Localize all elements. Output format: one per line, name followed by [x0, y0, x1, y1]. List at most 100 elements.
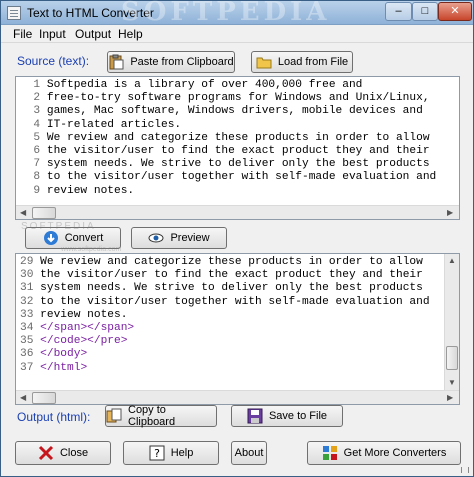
line-number: 9	[20, 184, 47, 197]
scroll-left-icon[interactable]: ◀	[20, 208, 26, 217]
line-text: review notes.	[46, 184, 135, 197]
code-line: 29 We review and categorize these produc…	[20, 256, 430, 269]
copy-to-clipboard-button[interactable]: Copy to Clipboard	[105, 404, 217, 428]
line-number: 35	[20, 335, 41, 348]
code-line: 7 system needs. We strive to deliver onl…	[20, 158, 436, 171]
save-label: Save to File	[268, 410, 328, 422]
source-horizontal-scrollbar[interactable]: ◀ ▶	[16, 205, 459, 219]
close-window-button[interactable]: ✕	[438, 2, 472, 21]
source-label: Source (text):	[17, 54, 90, 68]
softpedia-url-watermark: www.softpedia.com	[61, 246, 122, 253]
scroll-left-icon[interactable]: ◀	[20, 393, 26, 402]
menu-file[interactable]: File	[13, 27, 32, 41]
close-label: Close	[59, 447, 89, 459]
code-line: 4 IT-related articles.	[20, 119, 436, 132]
code-line: 8 to the visitor/user together with self…	[20, 171, 436, 184]
code-line: 2 free-to-try software programs for Wind…	[20, 92, 436, 105]
floppy-disk-icon	[247, 408, 263, 424]
line-number: 2	[20, 92, 47, 105]
scroll-thumb[interactable]	[32, 207, 56, 219]
paste-label: Paste from Clipboard	[130, 56, 234, 68]
menu-help[interactable]: Help	[118, 27, 143, 41]
app-window: Text to HTML Converter SOFTPEDIA – □ ✕ F…	[0, 0, 474, 477]
source-text: 1 Softpedia is a library of over 400,000…	[20, 79, 436, 198]
line-number: 3	[20, 105, 47, 118]
code-line: 33 review notes.	[20, 309, 430, 322]
line-number: 8	[20, 171, 47, 184]
code-line: 1 Softpedia is a library of over 400,000…	[20, 79, 436, 92]
clipboard-icon	[108, 54, 124, 70]
about-label: About	[234, 447, 264, 459]
line-text: system needs. We strive to deliver only …	[46, 158, 430, 171]
line-text: to the visitor/user together with self-m…	[40, 295, 430, 308]
resize-grip-icon[interactable]	[461, 467, 469, 473]
eye-icon	[148, 230, 164, 246]
softpedia-small-watermark: SOFTPEDIA	[21, 221, 96, 232]
code-line: 9 review notes.	[20, 185, 436, 198]
scroll-down-icon[interactable]: ▼	[448, 378, 456, 387]
title-bar[interactable]: Text to HTML Converter SOFTPEDIA – □ ✕	[1, 0, 473, 27]
maximize-button[interactable]: □	[412, 2, 438, 21]
line-number: 7	[20, 158, 47, 171]
line-text: the visitor/user to find the exact produ…	[46, 145, 430, 158]
code-line: 34 </span></span>	[20, 322, 430, 335]
vertical-scroll-thumb[interactable]	[446, 346, 458, 370]
line-text: We review and categorize these products …	[46, 131, 430, 144]
save-to-file-button[interactable]: Save to File	[231, 405, 343, 427]
output-html-area[interactable]: 29 We review and categorize these produc…	[15, 253, 460, 405]
output-text: 29 We review and categorize these produc…	[20, 256, 430, 375]
source-text-area[interactable]: 1 Softpedia is a library of over 400,000…	[15, 76, 460, 220]
line-text: games, Mac software, Windows drivers, mo…	[46, 105, 423, 118]
line-number: 31	[20, 282, 41, 295]
app-icon	[7, 6, 21, 20]
line-text: Softpedia is a library of over 400,000 f…	[46, 79, 363, 91]
code-line: 36 </body>	[20, 348, 430, 361]
load-from-file-button[interactable]: Load from File	[251, 51, 353, 73]
scroll-up-icon[interactable]: ▲	[448, 256, 456, 265]
menu-output[interactable]: Output	[75, 27, 111, 41]
about-button[interactable]: About	[231, 441, 267, 465]
line-number: 6	[20, 145, 47, 158]
convert-arrow-icon	[43, 230, 59, 246]
get-more-converters-button[interactable]: Get More Converters	[307, 441, 461, 465]
line-number: 34	[20, 322, 41, 335]
output-vertical-scrollbar[interactable]: ▲ ▼	[444, 254, 459, 390]
line-number: 5	[20, 131, 47, 144]
line-text: </body>	[40, 348, 88, 361]
code-line: 32 to the visitor/user together with sel…	[20, 296, 430, 309]
main-panel: Source (text): Paste from Clipboard Load…	[1, 43, 473, 476]
paste-from-clipboard-button[interactable]: Paste from Clipboard	[107, 51, 235, 73]
line-number: 36	[20, 348, 41, 361]
folder-icon	[256, 54, 272, 70]
line-text: IT-related articles.	[46, 118, 182, 131]
help-button[interactable]: ? Help	[123, 441, 219, 465]
scroll-thumb[interactable]	[32, 392, 56, 404]
code-line: 6 the visitor/user to find the exact pro…	[20, 145, 436, 158]
help-label: Help	[170, 447, 194, 459]
code-line: 5 We review and categorize these product…	[20, 132, 436, 145]
line-number: 1	[20, 79, 47, 91]
line-text: </code></pre>	[40, 335, 128, 348]
red-x-icon	[38, 445, 54, 461]
line-text: review notes.	[40, 308, 128, 321]
close-button[interactable]: Close	[15, 441, 111, 465]
menu-bar: File Input Output Help	[1, 25, 473, 43]
more-label: Get More Converters	[343, 447, 447, 459]
scroll-right-icon[interactable]: ▶	[447, 393, 453, 402]
line-text: We review and categorize these products …	[40, 256, 423, 268]
line-number: 32	[20, 295, 41, 308]
output-horizontal-scrollbar[interactable]: ◀ ▶	[16, 390, 459, 404]
minimize-button[interactable]: –	[385, 2, 412, 21]
line-text: free-to-try software programs for Window…	[46, 92, 430, 105]
copy-icon	[106, 408, 122, 424]
menu-input[interactable]: Input	[39, 27, 66, 41]
copy-label: Copy to Clipboard	[128, 404, 176, 428]
code-line: 30 the visitor/user to find the exact pr…	[20, 269, 430, 282]
code-line: 31 system needs. We strive to deliver on…	[20, 282, 430, 295]
preview-label: Preview	[170, 232, 210, 244]
line-number: 30	[20, 269, 41, 282]
scroll-right-icon[interactable]: ▶	[447, 208, 453, 217]
svg-text:?: ?	[154, 447, 160, 460]
preview-button[interactable]: Preview	[131, 227, 227, 249]
line-text: to the visitor/user together with self-m…	[46, 171, 437, 184]
